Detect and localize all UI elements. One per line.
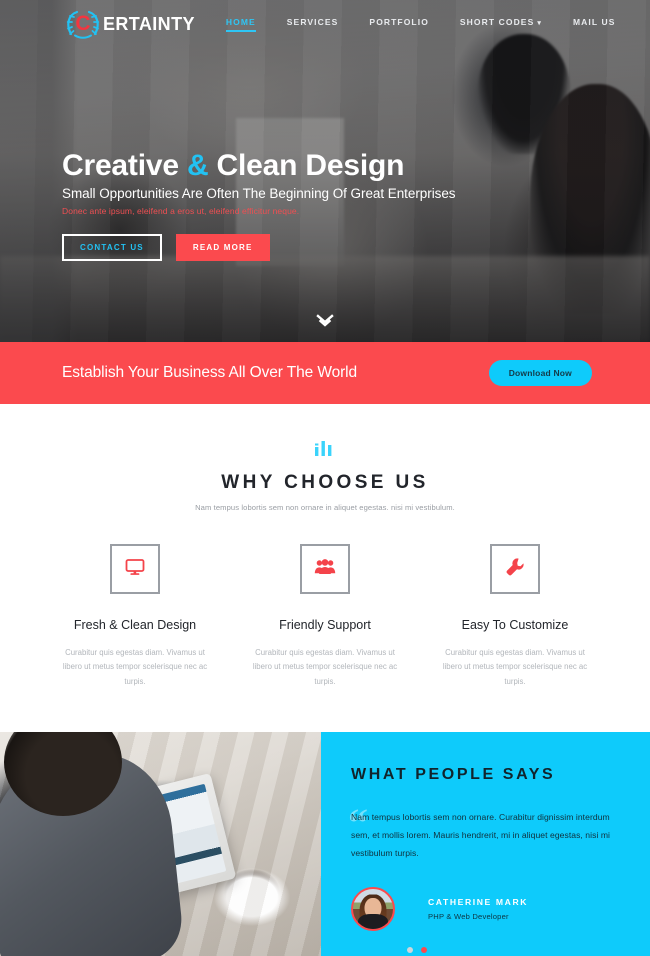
testimonial-quote-wrap: “ Nam tempus lobortis sem non ornare. Cu… (348, 803, 620, 863)
hero-title-part2: Clean Design (208, 149, 405, 182)
section-title: WHY CHOOSE US (221, 472, 429, 493)
desktop-monitor-icon (125, 558, 145, 581)
logo-initial: C (75, 12, 91, 35)
feature-icon-box (110, 544, 160, 594)
nav-item-mail-us[interactable]: MAIL US (573, 17, 616, 32)
hero-copy: Creative & Clean Design Small Opportunit… (62, 149, 456, 262)
hero-section: C ERTAINTY HOME SERVICES PORTFOLIO SHORT… (0, 0, 650, 342)
testimonial-section: WHAT PEOPLE SAYS “ Nam tempus lobortis s… (0, 732, 650, 956)
nav-label: MAIL US (572, 16, 616, 27)
cta-banner: Establish Your Business All Over The Wor… (0, 342, 650, 404)
section-subtitle: Nam tempus lobortis sem non ornare in al… (195, 503, 455, 512)
feature-icon-box (300, 544, 350, 594)
chevron-down-icon: ▾ (537, 19, 542, 27)
feature-title: Fresh & Clean Design (73, 618, 197, 632)
carousel-dot[interactable] (407, 946, 413, 953)
hero-title: Creative & Clean Design (62, 149, 456, 182)
feature-title: Easy To Customize (461, 618, 569, 632)
bar-chart-icon (0, 438, 650, 460)
cta-headline: Establish Your Business All Over The Wor… (62, 364, 358, 381)
avatar (351, 886, 395, 931)
read-more-button[interactable]: READ MORE (175, 234, 270, 262)
feature-description: Curabitur quis egestas diam. Vivamus ut … (442, 648, 588, 686)
author-name: CATHERINE MARK (428, 896, 529, 907)
testimonial-photo (0, 732, 321, 956)
testimonial-content: WHAT PEOPLE SAYS “ Nam tempus lobortis s… (321, 732, 650, 956)
avatar-body (358, 913, 388, 929)
nav-item-services[interactable]: SERVICES (287, 17, 339, 32)
feature-description: Curabitur quis egestas diam. Vivamus ut … (252, 648, 398, 686)
author-role: PHP & Web Developer (428, 911, 509, 921)
nav-label: HOME (225, 16, 256, 27)
feature-description: Curabitur quis egestas diam. Vivamus ut … (62, 648, 208, 686)
nav-label: SERVICES (286, 16, 339, 27)
feature-item: Friendly Support Curabitur quis egestas … (230, 544, 420, 689)
nav-item-home[interactable]: HOME (225, 16, 256, 32)
feature-item: Easy To Customize Curabitur quis egestas… (420, 544, 610, 689)
hero-title-part1: Creative (62, 149, 187, 182)
contact-us-button[interactable]: CONTACT US (62, 234, 162, 262)
users-group-icon (314, 558, 336, 581)
carousel-dot-active[interactable] (421, 946, 427, 953)
main-navigation: HOME SERVICES PORTFOLIO SHORT CODES ▾ MAI… (195, 17, 616, 32)
author-meta: CATHERINE MARK PHP & Web Developer (428, 897, 528, 921)
site-logo[interactable]: C ERTAINTY (62, 9, 195, 39)
carousel-dots (407, 946, 620, 953)
nav-label: SHORT CODES (459, 16, 535, 27)
nav-item-short-codes[interactable]: SHORT CODES ▾ (460, 17, 542, 32)
feature-item: Fresh & Clean Design Curabitur quis eges… (40, 544, 230, 689)
feature-list: Fresh & Clean Design Curabitur quis eges… (0, 544, 650, 689)
logo-text: ERTAINTY (103, 13, 195, 34)
download-now-button[interactable]: Download Now (488, 360, 592, 386)
chevron-double-down-icon[interactable] (0, 314, 650, 332)
site-header: C ERTAINTY HOME SERVICES PORTFOLIO SHORT… (0, 0, 650, 48)
hero-subtitle: Small Opportunities Are Often The Beginn… (62, 186, 456, 202)
feature-title: Friendly Support (279, 618, 371, 632)
testimonial-title: WHAT PEOPLE SAYS (351, 766, 556, 784)
testimonial-quote: Nam tempus lobortis sem non ornare. Cura… (351, 812, 611, 859)
testimonial-author: CATHERINE MARK PHP & Web Developer (351, 886, 620, 931)
why-choose-us-section: WHY CHOOSE US Nam tempus lobortis sem no… (0, 404, 650, 690)
nav-label: PORTFOLIO (369, 16, 429, 27)
hero-buttons: CONTACT US READ MORE (62, 234, 456, 262)
hero-description: Donec ante ipsum, eleifend a eros ut, el… (62, 206, 300, 217)
nav-item-portfolio[interactable]: PORTFOLIO (369, 17, 428, 32)
feature-icon-box (490, 544, 540, 594)
wrench-icon (505, 557, 525, 582)
laurel-wreath-icon: C (62, 9, 102, 39)
hero-title-ampersand: & (186, 149, 209, 182)
